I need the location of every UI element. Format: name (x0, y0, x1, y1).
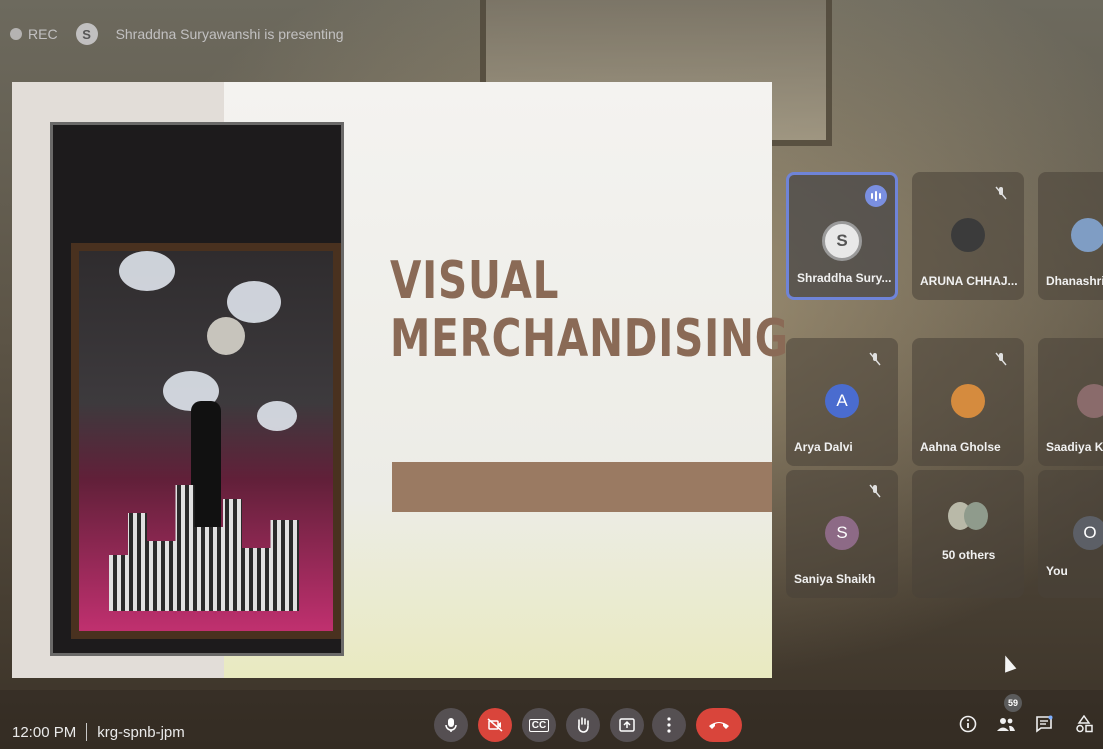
avatar: A (825, 384, 859, 418)
others-avatars (948, 502, 992, 532)
present-icon (619, 718, 635, 732)
end-call-button[interactable] (696, 708, 742, 742)
avatar (951, 384, 985, 418)
cloud-shape (257, 401, 297, 431)
chat-icon (1036, 715, 1053, 733)
participant-tile-arya[interactable]: A Arya Dalvi (786, 338, 898, 466)
avatar: O (1073, 516, 1103, 550)
slide-title-line-2: MERCHANDISING (390, 309, 789, 369)
activities-icon (1076, 715, 1093, 733)
captions-icon: CC (528, 718, 550, 732)
avatar (1077, 384, 1103, 418)
participant-tile-others[interactable]: 50 others (912, 470, 1024, 598)
raise-hand-icon (578, 717, 589, 733)
participant-tile-aahna[interactable]: Aahna Gholse (912, 338, 1024, 466)
activities-button[interactable] (1072, 712, 1096, 736)
moon-shape (207, 317, 245, 355)
participant-tile-dhanashri[interactable]: Dhanashri (1038, 172, 1103, 300)
cloud-shape (227, 281, 281, 323)
participant-name: Arya Dalvi (794, 440, 853, 454)
avatar (964, 502, 988, 530)
avatar: S (825, 516, 859, 550)
mic-off-icon (995, 352, 1007, 366)
participant-name: Dhanashri (1046, 274, 1103, 288)
slide-title: VISUAL MERCHANDISING (390, 251, 789, 369)
mic-off-icon (869, 484, 881, 498)
people-button[interactable] (994, 712, 1018, 736)
participant-name: You (1046, 564, 1068, 578)
mic-button[interactable] (434, 708, 468, 742)
speaking-icon (865, 185, 887, 207)
participant-name: Saniya Shaikh (794, 572, 876, 586)
camera-button[interactable] (478, 708, 512, 742)
chat-button[interactable] (1032, 712, 1056, 736)
window-display-image (71, 243, 341, 639)
slide-accent-band (392, 462, 772, 512)
mic-icon (445, 718, 457, 732)
end-call-icon (709, 722, 729, 729)
camera-off-icon (487, 718, 503, 732)
participant-tile-saniya[interactable]: S Saniya Shaikh (786, 470, 898, 598)
recording-label: REC (28, 26, 58, 42)
participant-name: Saadiya Kh (1046, 440, 1103, 454)
presenter-avatar: S (75, 23, 98, 45)
avatar (951, 218, 985, 252)
meeting-details-button[interactable] (956, 712, 980, 736)
slide-photo (50, 122, 344, 656)
cloud-shape (119, 251, 175, 291)
meeting-code: krg-spnb-jpm (97, 723, 185, 741)
info-icon (959, 715, 977, 733)
captions-button[interactable]: CC (522, 708, 556, 742)
participant-tile-aruna[interactable]: ARUNA CHHAJ... (912, 172, 1024, 300)
slide-title-line-1: VISUAL (390, 251, 560, 311)
meeting-info: 12:00 PM krg-spnb-jpm (12, 723, 185, 741)
presentation-slide: VISUAL MERCHANDISING (12, 82, 789, 678)
mic-off-icon (995, 186, 1007, 200)
avatar (1071, 218, 1103, 252)
record-dot-icon (10, 28, 22, 40)
participant-tile-saadiya[interactable]: Saadiya Kh (1038, 338, 1103, 466)
present-button[interactable] (610, 708, 644, 742)
more-icon (667, 717, 671, 733)
bottom-control-bar: 12:00 PM krg-spnb-jpm CC 59 (0, 690, 1103, 749)
meeting-time: 12:00 PM (12, 723, 77, 741)
presenting-banner: Shraddna Suryawanshi is presenting (115, 26, 344, 42)
people-icon (997, 718, 1015, 731)
participant-name: 50 others (942, 548, 996, 562)
recording-indicator: REC (10, 26, 58, 42)
divider (86, 723, 88, 741)
avatar: S (822, 221, 862, 261)
participant-tile-shraddha[interactable]: S Shraddha Sury... (786, 172, 898, 300)
top-bar: REC S Shraddna Suryawanshi is presenting (10, 14, 910, 54)
mic-off-icon (869, 352, 881, 366)
raise-hand-button[interactable] (566, 708, 600, 742)
more-options-button[interactable] (652, 708, 686, 742)
participant-name: Shraddha Sury... (797, 271, 892, 285)
people-count-badge: 59 (1004, 694, 1022, 712)
participant-tile-you[interactable]: O You (1038, 470, 1103, 598)
participant-name: ARUNA CHHAJ... (920, 274, 1018, 288)
participant-name: Aahna Gholse (920, 440, 1001, 454)
